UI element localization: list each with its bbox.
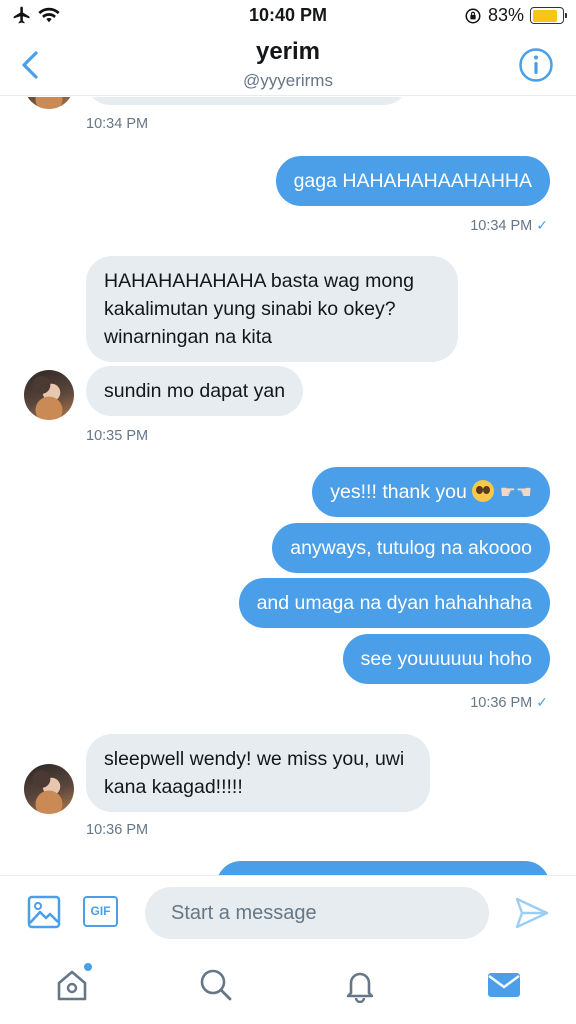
read-check-icon: ✓ [536, 217, 548, 233]
status-bar: 10:40 PM 83% [0, 0, 576, 34]
message-text: yes!!! thank you [330, 481, 467, 503]
tab-messages[interactable] [486, 967, 522, 1003]
tab-bar [0, 951, 576, 1024]
contact-avatar[interactable] [24, 764, 74, 814]
timestamp: 10:35 PM [86, 428, 149, 444]
orientation-lock-icon [465, 8, 481, 23]
timestamp: 10:36 PM [86, 822, 149, 838]
message-bubble-sent[interactable]: anyways, tutulog na akoooo [272, 523, 550, 573]
timestamp: 10:34 PM [86, 116, 149, 132]
home-icon [57, 970, 87, 1001]
message-bubble-sent[interactable]: see youuuuuu hoho [342, 634, 550, 684]
contact-avatar[interactable] [24, 370, 74, 420]
send-icon[interactable] [514, 896, 550, 930]
message-input[interactable] [145, 887, 489, 939]
timestamp-text: 10:34 PM [470, 218, 533, 234]
contact-name[interactable]: yerim [0, 38, 576, 66]
notifications-icon [346, 972, 374, 1004]
message-bubble-partial[interactable] [86, 97, 408, 105]
messages-icon [488, 973, 520, 997]
image-icon[interactable] [27, 895, 61, 929]
message-bubble-sent[interactable]: gaga HAHAHAHAAHAHHA [275, 156, 550, 206]
message-bubble-received[interactable]: sleepwell wendy! we miss you, uwi kana k… [86, 734, 430, 812]
tab-notifications[interactable] [342, 967, 378, 1004]
message-bubble-received[interactable]: sundin mo dapat yan [86, 366, 304, 416]
timestamp-sent: 10:36 PM ✓ [470, 694, 548, 711]
contact-handle[interactable]: @yyyerirms [0, 71, 576, 91]
message-list[interactable]: 10:34 PM gaga HAHAHAHAAHAHHA 10:34 PM ✓ H… [0, 97, 576, 875]
message-bubble-sent[interactable]: yes!!! thank you ☛☚ [312, 467, 550, 517]
message-bubble-sent[interactable]: and umaga na dyan hahahhaha [238, 578, 550, 628]
pointing-right-icon: ☛ [499, 482, 516, 502]
battery-icon [530, 7, 567, 24]
read-check-icon: ✓ [536, 694, 548, 710]
tab-search[interactable] [198, 967, 234, 1003]
timestamp-text: 10:36 PM [470, 695, 533, 711]
message-bubble-received[interactable]: HAHAHAHAHAHA basta wag mong kakalimutan … [86, 256, 458, 362]
message-composer: GIF [0, 875, 576, 951]
tab-home[interactable] [54, 963, 92, 1003]
contact-avatar[interactable] [24, 97, 74, 109]
gif-button[interactable]: GIF [83, 896, 118, 927]
new-tweets-dot [84, 963, 92, 971]
conversation-header: yerim @yyyerirms [0, 34, 576, 96]
battery-percent: 83% [487, 5, 524, 25]
status-right: 83% [464, 5, 567, 26]
message-bubble-partial[interactable] [216, 861, 550, 875]
info-icon[interactable] [518, 47, 554, 83]
pointing-left-icon: ☚ [515, 482, 532, 502]
search-icon [200, 969, 232, 1001]
pleading-face-icon [472, 480, 495, 502]
timestamp-sent: 10:34 PM ✓ [470, 217, 548, 234]
battery-level [532, 9, 557, 22]
